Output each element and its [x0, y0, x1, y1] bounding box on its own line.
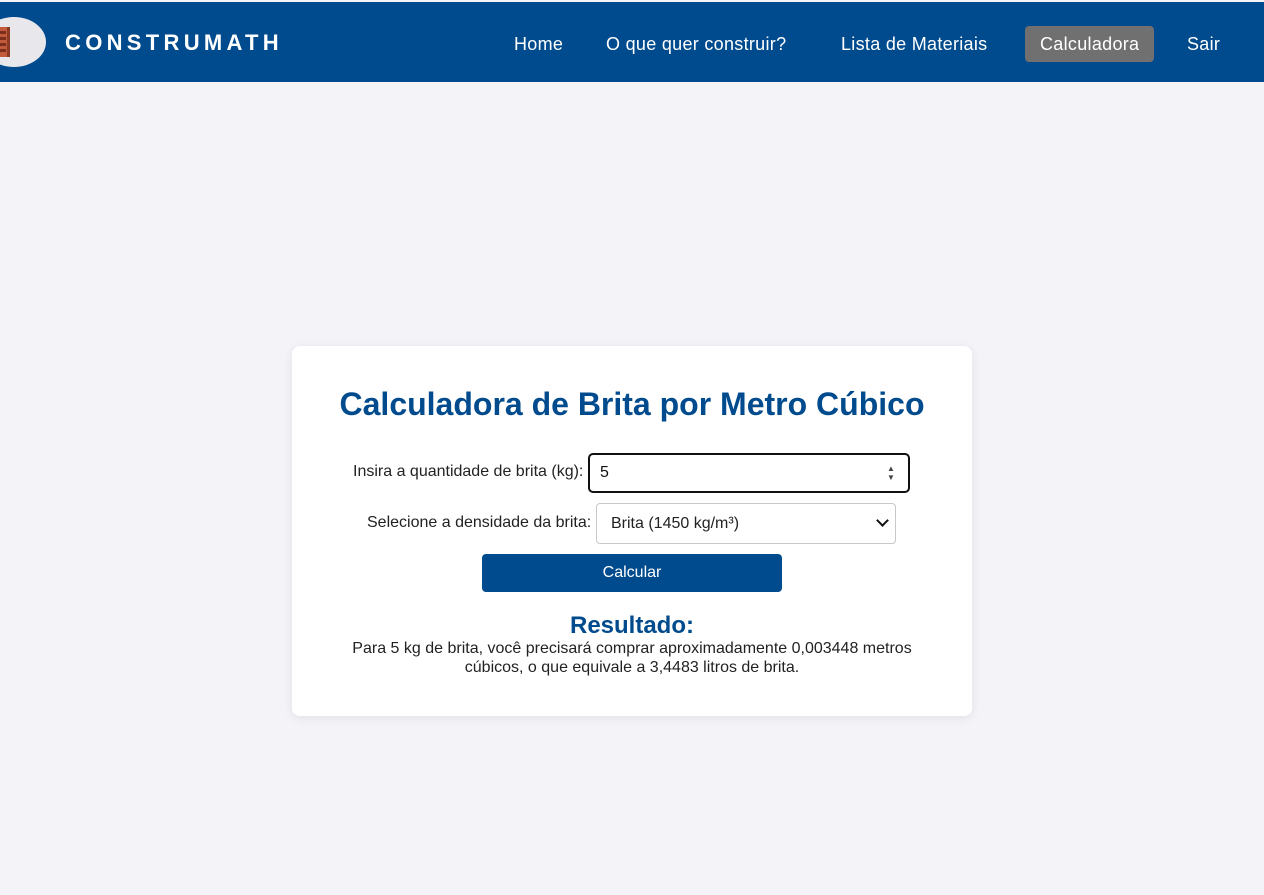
result-text: Para 5 kg de brita, você precisará compr…	[352, 640, 912, 676]
quantity-label: Insira a quantidade de brita (kg):	[353, 463, 584, 480]
nav-o-que-quer-construir[interactable]: O que quer construir?	[606, 26, 786, 62]
spinner-arrows-icon[interactable]: ▲ ▼	[886, 464, 896, 482]
calculator-card: Calculadora de Brita por Metro Cúbico In…	[292, 346, 972, 716]
nav-lista-de-materiais[interactable]: Lista de Materiais	[841, 26, 987, 62]
brick-logo-icon[interactable]	[0, 17, 46, 67]
density-select[interactable]: Brita (1450 kg/m³)	[596, 503, 896, 544]
density-label: Selecione a densidade da brita:	[367, 514, 592, 531]
nav-calculadora[interactable]: Calculadora	[1025, 26, 1155, 62]
calculate-button[interactable]: Calcular	[482, 554, 782, 592]
top-navbar: CONSTRUMATH Home O que quer construir? L…	[0, 2, 1264, 82]
result-title: Resultado:	[569, 612, 694, 639]
chevron-down-icon	[876, 514, 889, 527]
calculator-title: Calculadora de Brita por Metro Cúbico	[339, 386, 925, 422]
nav-sair[interactable]: Sair	[1187, 26, 1220, 62]
quantity-input[interactable]	[588, 453, 910, 493]
density-select-value: Brita (1450 kg/m³)	[611, 515, 740, 532]
nav-home[interactable]: Home	[514, 26, 563, 62]
brand-name[interactable]: CONSTRUMATH	[65, 30, 283, 56]
